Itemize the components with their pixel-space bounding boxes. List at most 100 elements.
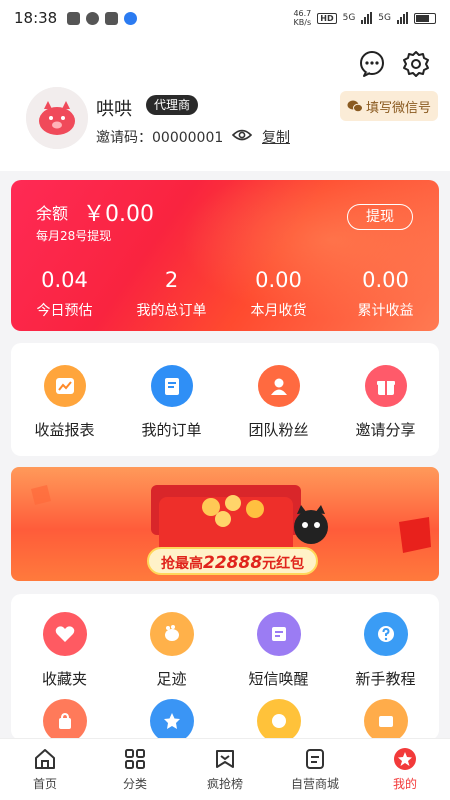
- stat-label: 今日预估: [36, 303, 93, 319]
- help-icon: [363, 612, 408, 656]
- stat-value: 0.00: [362, 268, 409, 292]
- status-time: 18:38: [14, 9, 58, 27]
- tool-item-7[interactable]: [225, 689, 332, 743]
- bottom-tab-bar: 首页 分类 疯抢榜 自营商城 我的: [0, 738, 450, 800]
- tab-ranking[interactable]: 疯抢榜: [180, 739, 270, 800]
- bag-icon: [42, 699, 87, 743]
- quick-item-label: 邀请分享: [355, 421, 416, 439]
- tool-item-6[interactable]: [118, 689, 225, 743]
- tool-item-tutorial[interactable]: 新手教程: [332, 594, 439, 689]
- tool-item-5[interactable]: [11, 689, 118, 743]
- balance-amount: ￥0.00: [83, 202, 154, 227]
- stat-value: 0.00: [255, 268, 302, 292]
- tool-item-label: 足迹: [156, 670, 187, 688]
- network-type-1: 5G: [342, 13, 356, 23]
- fill-wechat-label: 填写微信号: [365, 100, 431, 116]
- tool-item-label: 短信唤醒: [248, 670, 309, 688]
- status-right: 46.7 KB/s HD 5G 5G: [293, 9, 436, 27]
- tool-item-sms-wakeup[interactable]: 短信唤醒: [225, 594, 332, 689]
- team-user-icon: [257, 365, 300, 407]
- gift-icon: [364, 365, 407, 407]
- app-notification-icon: [86, 11, 100, 25]
- tool-item-label: 收藏夹: [41, 670, 87, 688]
- tab-label: 自营商城: [290, 777, 339, 791]
- settings-gear-icon[interactable]: [402, 50, 430, 78]
- invite-code: 邀请码：00000001: [96, 130, 224, 146]
- withdraw-note: 每月28号提现: [36, 229, 112, 243]
- eye-icon[interactable]: [232, 128, 252, 142]
- bookmark-icon: [216, 750, 234, 768]
- tab-category[interactable]: 分类: [90, 739, 180, 800]
- network-type-2: 5G: [378, 13, 391, 23]
- star-icon: [149, 699, 194, 743]
- tab-label: 首页: [32, 777, 57, 791]
- stat-today-estimate[interactable]: 0.04 今日预估: [11, 268, 118, 320]
- wechat-notification-icon: [67, 11, 81, 25]
- document-icon: [306, 749, 324, 769]
- home-icon: [35, 749, 55, 769]
- wechat-icon: [347, 100, 363, 112]
- signal-icon-2: [397, 12, 408, 24]
- tool-item-8[interactable]: [332, 689, 439, 743]
- quick-item-label: 团队粉丝: [248, 421, 309, 439]
- banner-amount: 22888: [203, 553, 263, 573]
- heart-icon: [42, 612, 87, 656]
- chart-report-icon: [43, 365, 86, 407]
- banner-suffix: 元红包: [262, 556, 305, 572]
- banner-pill[interactable]: 抢最高22888元红包: [147, 547, 319, 575]
- pig-avatar-icon: [26, 87, 88, 149]
- withdraw-button[interactable]: 提现: [347, 204, 413, 230]
- message-icon[interactable]: [358, 50, 386, 78]
- network-speed: 46.7 KB/s: [293, 9, 312, 27]
- tab-mall[interactable]: 自营商城: [270, 739, 360, 800]
- quick-item-my-orders[interactable]: 我的订单: [118, 343, 225, 456]
- quick-item-team-fans[interactable]: 团队粉丝: [225, 343, 332, 456]
- footprint-icon: [149, 612, 194, 656]
- profile-header: 哄哄 代理商 邀请码：00000001 复制 填写微信号: [0, 36, 450, 171]
- tab-label: 分类: [122, 777, 147, 791]
- browser-notification-icon: [124, 11, 138, 25]
- battery-icon: [414, 12, 436, 24]
- quick-item-invite-share[interactable]: 邀请分享: [332, 343, 439, 456]
- tab-home[interactable]: 首页: [0, 739, 90, 800]
- username: 哄哄: [96, 99, 132, 120]
- stat-label: 累计收益: [357, 303, 414, 319]
- quick-item-earnings-report[interactable]: 收益报表: [11, 343, 118, 456]
- stat-total-orders[interactable]: 2 我的总订单: [118, 268, 225, 320]
- ticket-icon: [363, 699, 408, 743]
- profile-star-icon: [394, 748, 416, 770]
- stat-month-received[interactable]: 0.00 本月收货: [225, 268, 332, 320]
- tab-label: 疯抢榜: [206, 777, 243, 791]
- sms-icon: [256, 612, 301, 656]
- tool-item-favorites[interactable]: 收藏夹: [11, 594, 118, 689]
- stat-value: 2: [164, 268, 179, 292]
- copy-link[interactable]: 复制: [262, 127, 290, 147]
- quick-actions-card: 收益报表 我的订单 团队粉丝 邀请分享: [11, 343, 439, 456]
- quick-item-label: 收益报表: [34, 421, 95, 439]
- tab-label: 我的: [392, 777, 417, 791]
- grid-icon: [125, 749, 145, 769]
- mail-notification-icon: [105, 11, 119, 25]
- banner-prefix: 抢最高: [161, 556, 203, 572]
- tool-item-footprint[interactable]: 足迹: [118, 594, 225, 689]
- tool-item-label: 新手教程: [355, 670, 416, 688]
- order-list-icon: [150, 365, 193, 407]
- hd-badge: HD: [317, 12, 337, 24]
- fill-wechat-button[interactable]: 填写微信号: [340, 91, 438, 121]
- signal-icon: [361, 12, 373, 24]
- balance-stats: 0.04 今日预估 2 我的总订单 0.00 本月收货 0.00 累计收益: [11, 268, 439, 320]
- red-packet-banner[interactable]: 抢最高22888元红包: [11, 467, 439, 581]
- role-badge: 代理商: [146, 95, 199, 115]
- balance-label: 余额: [36, 204, 69, 223]
- stat-value: 0.04: [41, 268, 88, 292]
- stat-label: 我的总订单: [136, 303, 207, 319]
- coin-icon: [256, 699, 301, 743]
- quick-item-label: 我的订单: [141, 421, 202, 439]
- stat-cumulative-earnings[interactable]: 0.00 累计收益: [332, 268, 439, 320]
- stat-label: 本月收货: [250, 303, 307, 319]
- avatar[interactable]: [26, 87, 88, 149]
- tools-card: 收藏夹 足迹 短信唤醒 新手教程: [11, 594, 439, 743]
- tab-mine[interactable]: 我的: [360, 739, 450, 800]
- status-bar: 18:38 46.7 KB/s HD 5G 5G: [0, 0, 450, 36]
- balance-card: 余额 ￥0.00 每月28号提现 提现 0.04 今日预估 2 我的总订单 0.…: [11, 180, 439, 331]
